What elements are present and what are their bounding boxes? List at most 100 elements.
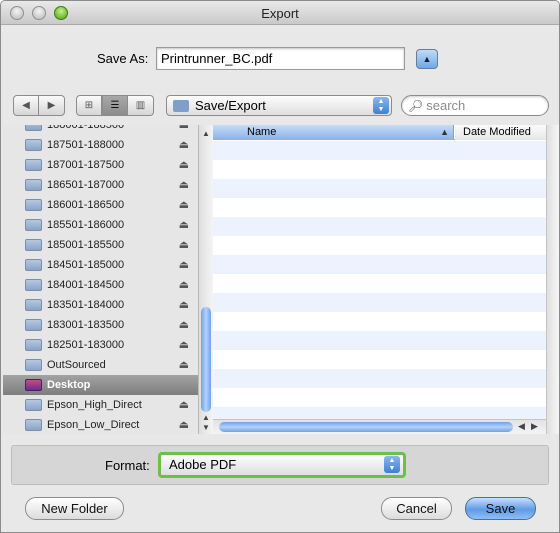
folder-icon [25, 239, 42, 251]
file-list-vertical-scrollbar[interactable] [546, 125, 559, 434]
eject-icon[interactable]: ⏏ [179, 318, 189, 331]
popup-arrows-icon: ▲ ▼ [384, 456, 400, 473]
sidebar-item[interactable]: 184501-185000 ⏏ [3, 255, 198, 275]
sidebar-scrollbar[interactable]: ▲ ▲ ▼ [199, 125, 213, 434]
file-list-horizontal-scrollbar[interactable]: ◀ ▶ [213, 419, 546, 434]
eject-icon[interactable]: ⏏ [179, 358, 189, 371]
eject-icon[interactable]: ⏏ [179, 278, 189, 291]
eject-icon[interactable]: ⏏ [179, 258, 189, 271]
file-list-header: Name ▲ Date Modified [213, 125, 546, 140]
sidebar-item-label: 188001-188500 [47, 125, 125, 131]
list-row[interactable] [213, 350, 546, 369]
back-arrow-icon: ◀ [22, 100, 30, 111]
eject-icon[interactable]: ⏏ [179, 418, 189, 431]
list-row[interactable] [213, 274, 546, 293]
back-button[interactable]: ◀ [13, 95, 39, 116]
list-row[interactable] [213, 369, 546, 388]
sidebar-item[interactable]: 182501-183000 ⏏ [3, 335, 198, 355]
list-row[interactable] [213, 407, 546, 419]
scroll-down-icon[interactable]: ▼ [202, 423, 210, 432]
sidebar-item[interactable]: 188001-188500 ⏏ [3, 125, 198, 135]
eject-icon[interactable]: ⏏ [179, 398, 189, 411]
list-row[interactable] [213, 217, 546, 236]
folder-icon [25, 219, 42, 231]
list-row[interactable] [213, 179, 546, 198]
sidebar-item[interactable]: 185501-186000 ⏏ [3, 215, 198, 235]
sidebar-item-label: 187001-187500 [47, 159, 125, 171]
sidebar-item-label: Epson_Low_Direct [47, 419, 140, 431]
eject-icon[interactable]: ⏏ [179, 125, 189, 131]
sidebar-item-label: 185501-186000 [47, 219, 125, 231]
eject-icon[interactable]: ⏏ [179, 298, 189, 311]
folder-icon [25, 299, 42, 311]
window-title: Export [261, 6, 299, 21]
list-row[interactable] [213, 293, 546, 312]
scroll-right-icon[interactable]: ▶ [531, 421, 538, 432]
list-row[interactable] [213, 255, 546, 274]
sidebar-item-outsourced[interactable]: OutSourced ⏏ [3, 355, 198, 375]
folder-icon [25, 279, 42, 291]
sidebar-item[interactable]: 187501-188000 ⏏ [3, 135, 198, 155]
sidebar-item-epson-high-direct[interactable]: Epson_High_Direct ⏏ [3, 395, 198, 415]
list-row[interactable] [213, 141, 546, 160]
eject-icon[interactable]: ⏏ [179, 178, 189, 191]
popup-arrows-icon: ▲ ▼ [373, 97, 389, 114]
column-view-button[interactable]: ▥ [128, 95, 154, 116]
eject-icon[interactable]: ⏏ [179, 338, 189, 351]
sidebar-item-label: 183501-184000 [47, 299, 125, 311]
scroll-left-icon[interactable]: ◀ [518, 421, 525, 432]
location-label: Save/Export [195, 98, 266, 113]
column-view-icon: ▥ [135, 100, 146, 111]
sidebar-item[interactable]: 185001-185500 ⏏ [3, 235, 198, 255]
sidebar-scroll-thumb[interactable] [201, 307, 211, 412]
list-row[interactable] [213, 331, 546, 350]
search-field[interactable]: 🔎︎ search [401, 95, 549, 116]
column-header-date-label: Date Modified [463, 126, 531, 138]
folder-icon [25, 399, 42, 411]
folder-icon [25, 159, 42, 171]
format-popup[interactable]: Adobe PDF ▲ ▼ [158, 452, 406, 478]
file-list[interactable]: Name ▲ Date Modified [213, 125, 546, 419]
list-view-button[interactable]: ☰ [102, 95, 128, 116]
icon-view-icon: ⊞ [84, 100, 94, 111]
chevron-up-icon: ▲ [422, 54, 432, 64]
save-button[interactable]: Save [465, 497, 536, 520]
format-panel: Format: Adobe PDF ▲ ▼ [11, 445, 549, 485]
horizontal-scroll-thumb[interactable] [219, 422, 513, 432]
column-header-name[interactable]: Name ▲ [213, 125, 454, 140]
eject-icon[interactable]: ⏏ [179, 218, 189, 231]
sidebar-item[interactable]: 183501-184000 ⏏ [3, 295, 198, 315]
list-row[interactable] [213, 198, 546, 217]
location-popup[interactable]: Save/Export ▲ ▼ [166, 95, 392, 116]
search-icon: 🔎︎ [408, 98, 424, 113]
list-row[interactable] [213, 236, 546, 255]
eject-icon[interactable]: ⏏ [179, 138, 189, 151]
forward-button[interactable]: ▶ [39, 95, 65, 116]
scroll-up-icon[interactable]: ▲ [202, 129, 210, 138]
sidebar-item-desktop[interactable]: Desktop [3, 375, 198, 395]
sidebar-item-label: 183001-183500 [47, 319, 125, 331]
new-folder-button[interactable]: New Folder [25, 497, 124, 520]
sidebar-item[interactable]: 187001-187500 ⏏ [3, 155, 198, 175]
sidebar-item[interactable]: 184001-184500 ⏏ [3, 275, 198, 295]
eject-icon[interactable]: ⏏ [179, 158, 189, 171]
sidebar-item-epson-low-direct[interactable]: Epson_Low_Direct ⏏ [3, 415, 198, 434]
list-row[interactable] [213, 312, 546, 331]
cancel-button[interactable]: Cancel [381, 497, 452, 520]
expand-dialog-button[interactable]: ▲ [416, 49, 438, 69]
eject-icon[interactable]: ⏏ [179, 198, 189, 211]
sidebar-item[interactable]: 183001-183500 ⏏ [3, 315, 198, 335]
sidebar-item-label: 186001-186500 [47, 199, 125, 211]
sidebar-item[interactable]: 186001-186500 ⏏ [3, 195, 198, 215]
list-row[interactable] [213, 160, 546, 179]
sidebar-item[interactable]: 186501-187000 ⏏ [3, 175, 198, 195]
format-label: Format: [105, 458, 150, 473]
list-row[interactable] [213, 388, 546, 407]
save-as-field[interactable] [156, 47, 405, 70]
eject-icon[interactable]: ⏏ [179, 238, 189, 251]
scroll-up-icon[interactable]: ▲ [202, 413, 210, 422]
folder-icon [25, 199, 42, 211]
icon-view-button[interactable]: ⊞ [76, 95, 102, 116]
column-header-date-modified[interactable]: Date Modified [455, 125, 546, 140]
folder-icon [25, 339, 42, 351]
